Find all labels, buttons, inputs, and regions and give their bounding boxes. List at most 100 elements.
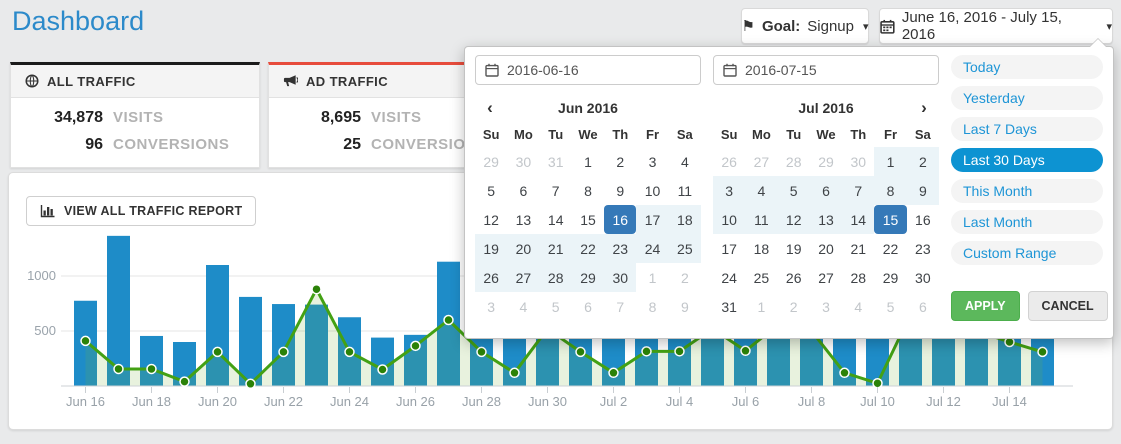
calendar-day-cell[interactable]: 9 bbox=[604, 176, 636, 205]
calendar-day-cell[interactable]: 22 bbox=[572, 234, 604, 263]
cancel-button[interactable]: CANCEL bbox=[1028, 291, 1108, 321]
calendar-day-cell[interactable]: 23 bbox=[907, 234, 939, 263]
calendar-day-cell[interactable]: 28 bbox=[778, 147, 810, 176]
calendar-day-cell[interactable]: 26 bbox=[475, 263, 507, 292]
start-date-input[interactable]: 2016-06-16 bbox=[475, 55, 701, 85]
calendar-day-cell[interactable]: 6 bbox=[507, 176, 539, 205]
calendar-day-cell[interactable]: 10 bbox=[636, 176, 668, 205]
calendar-day-cell[interactable]: 9 bbox=[907, 176, 939, 205]
calendar-day-cell[interactable]: 26 bbox=[778, 263, 810, 292]
calendar-day-cell[interactable]: 21 bbox=[540, 234, 572, 263]
calendar-day-cell[interactable]: 1 bbox=[874, 147, 906, 176]
calendar-day-cell[interactable]: 30 bbox=[907, 263, 939, 292]
calendar-day-cell[interactable]: 8 bbox=[636, 292, 668, 321]
calendar-day-cell[interactable]: 29 bbox=[874, 263, 906, 292]
calendar-day-cell[interactable]: 29 bbox=[572, 263, 604, 292]
calendar-day-cell[interactable]: 27 bbox=[507, 263, 539, 292]
range-item-today[interactable]: Today bbox=[951, 55, 1103, 79]
calendar-day-cell[interactable]: 12 bbox=[475, 205, 507, 234]
calendar-day-cell[interactable]: 5 bbox=[475, 176, 507, 205]
calendar-day-cell[interactable]: 2 bbox=[669, 263, 701, 292]
calendar-day-cell[interactable]: 12 bbox=[778, 205, 810, 234]
calendar-day-cell[interactable]: 3 bbox=[636, 147, 668, 176]
calendar-day-cell[interactable]: 6 bbox=[572, 292, 604, 321]
calendar-day-cell[interactable]: 8 bbox=[874, 176, 906, 205]
calendar-day-cell[interactable]: 28 bbox=[540, 263, 572, 292]
calendar-day-cell[interactable]: 1 bbox=[636, 263, 668, 292]
range-item-last-7-days[interactable]: Last 7 Days bbox=[951, 117, 1103, 141]
calendar-next-button[interactable]: › bbox=[909, 99, 939, 116]
goal-selector-button[interactable]: ⚑ Goal: Signup ▾ bbox=[741, 8, 869, 44]
calendar-day-cell[interactable]: 15 bbox=[572, 205, 604, 234]
calendar-day-cell[interactable]: 5 bbox=[540, 292, 572, 321]
calendar-day-cell[interactable]: 27 bbox=[810, 263, 842, 292]
calendar-day-cell[interactable]: 24 bbox=[636, 234, 668, 263]
range-item-yesterday[interactable]: Yesterday bbox=[951, 86, 1103, 110]
calendar-day-cell[interactable]: 25 bbox=[745, 263, 777, 292]
calendar-day-cell[interactable]: 29 bbox=[475, 147, 507, 176]
range-item-last-month[interactable]: Last Month bbox=[951, 210, 1103, 234]
calendar-day-cell[interactable]: 15 bbox=[874, 205, 906, 234]
calendar-day-cell[interactable]: 18 bbox=[669, 205, 701, 234]
calendar-day-cell[interactable]: 13 bbox=[507, 205, 539, 234]
calendar-day-cell[interactable]: 11 bbox=[745, 205, 777, 234]
calendar-day-cell[interactable]: 18 bbox=[745, 234, 777, 263]
calendar-day-cell[interactable]: 20 bbox=[507, 234, 539, 263]
calendar-day-cell[interactable]: 13 bbox=[810, 205, 842, 234]
calendar-day-cell[interactable]: 7 bbox=[540, 176, 572, 205]
calendar-day-cell[interactable]: 19 bbox=[475, 234, 507, 263]
calendar-day-cell[interactable]: 6 bbox=[810, 176, 842, 205]
calendar-day-cell[interactable]: 3 bbox=[713, 176, 745, 205]
calendar-day-cell[interactable]: 6 bbox=[907, 292, 939, 321]
calendar-day-cell[interactable]: 20 bbox=[810, 234, 842, 263]
calendar-day-cell[interactable]: 28 bbox=[842, 263, 874, 292]
calendar-day-cell[interactable]: 31 bbox=[713, 292, 745, 321]
calendar-day-cell[interactable]: 23 bbox=[604, 234, 636, 263]
calendar-day-cell[interactable]: 4 bbox=[745, 176, 777, 205]
calendar-day-cell[interactable]: 17 bbox=[713, 234, 745, 263]
calendar-day-cell[interactable]: 14 bbox=[842, 205, 874, 234]
calendar-day-cell[interactable]: 3 bbox=[475, 292, 507, 321]
calendar-day-cell[interactable]: 31 bbox=[540, 147, 572, 176]
calendar-day-cell[interactable]: 5 bbox=[874, 292, 906, 321]
calendar-day-cell[interactable]: 4 bbox=[669, 147, 701, 176]
calendar-day-cell[interactable]: 2 bbox=[907, 147, 939, 176]
calendar-day-cell[interactable]: 4 bbox=[507, 292, 539, 321]
range-item-last-30-days[interactable]: Last 30 Days bbox=[951, 148, 1103, 172]
calendar-day-cell[interactable]: 25 bbox=[669, 234, 701, 263]
calendar-day-cell[interactable]: 10 bbox=[713, 205, 745, 234]
calendar-day-cell[interactable]: 19 bbox=[778, 234, 810, 263]
date-range-button[interactable]: June 16, 2016 - July 15, 2016 ▾ bbox=[879, 8, 1113, 44]
calendar-day-cell[interactable]: 24 bbox=[713, 263, 745, 292]
calendar-day-cell[interactable]: 2 bbox=[604, 147, 636, 176]
calendar-day-cell[interactable]: 14 bbox=[540, 205, 572, 234]
calendar-day-cell[interactable]: 1 bbox=[745, 292, 777, 321]
calendar-day-cell[interactable]: 29 bbox=[810, 147, 842, 176]
calendar-day-cell[interactable]: 30 bbox=[507, 147, 539, 176]
calendar-day-cell[interactable]: 26 bbox=[713, 147, 745, 176]
apply-button[interactable]: APPLY bbox=[951, 291, 1020, 321]
calendar-day-cell[interactable]: 7 bbox=[842, 176, 874, 205]
calendar-day-cell[interactable]: 30 bbox=[604, 263, 636, 292]
calendar-day-cell[interactable]: 30 bbox=[842, 147, 874, 176]
calendar-day-cell[interactable]: 2 bbox=[778, 292, 810, 321]
calendar-day-cell[interactable]: 21 bbox=[842, 234, 874, 263]
calendar-day-cell[interactable]: 7 bbox=[604, 292, 636, 321]
calendar-day-cell[interactable]: 11 bbox=[669, 176, 701, 205]
view-all-traffic-report-button[interactable]: VIEW ALL TRAFFIC REPORT bbox=[26, 196, 256, 226]
range-item-custom-range[interactable]: Custom Range bbox=[951, 241, 1103, 265]
calendar-day-cell[interactable]: 27 bbox=[745, 147, 777, 176]
calendar-prev-button[interactable]: ‹ bbox=[475, 99, 505, 116]
calendar-day-cell[interactable]: 4 bbox=[842, 292, 874, 321]
calendar-day-cell[interactable]: 9 bbox=[669, 292, 701, 321]
calendar-day-cell[interactable]: 16 bbox=[604, 205, 636, 234]
calendar-day-cell[interactable]: 22 bbox=[874, 234, 906, 263]
calendar-day-cell[interactable]: 1 bbox=[572, 147, 604, 176]
calendar-day-cell[interactable]: 5 bbox=[778, 176, 810, 205]
range-item-this-month[interactable]: This Month bbox=[951, 179, 1103, 203]
calendar-day-cell[interactable]: 16 bbox=[907, 205, 939, 234]
end-date-input[interactable]: 2016-07-15 bbox=[713, 55, 939, 85]
calendar-day-cell[interactable]: 3 bbox=[810, 292, 842, 321]
calendar-day-cell[interactable]: 17 bbox=[636, 205, 668, 234]
calendar-day-cell[interactable]: 8 bbox=[572, 176, 604, 205]
